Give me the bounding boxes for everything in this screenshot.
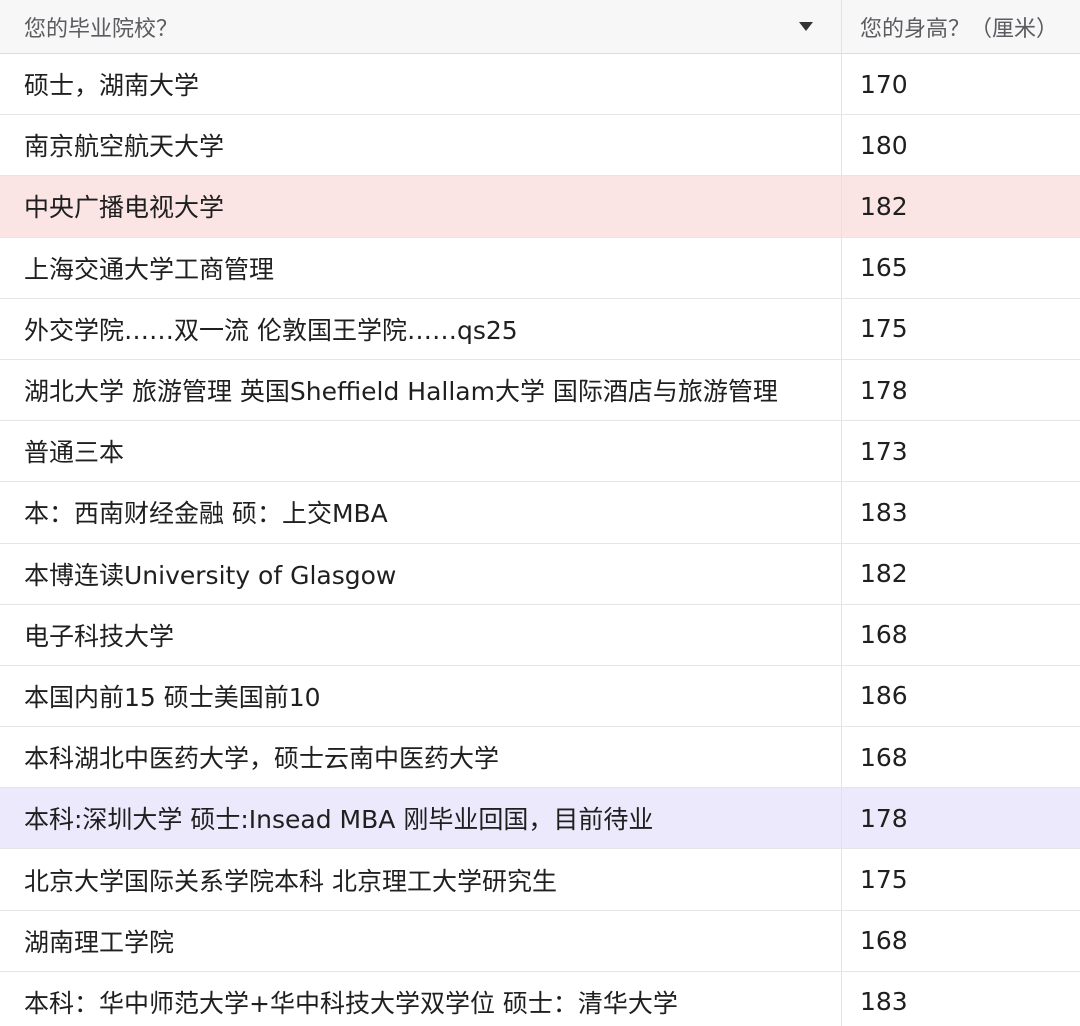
table-row[interactable]: 上海交通大学工商管理 165 [0, 237, 1080, 299]
cell-school[interactable]: 上海交通大学工商管理 [0, 237, 842, 298]
table-row[interactable]: 本科湖北中医药大学，硕士云南中医药大学 168 [0, 727, 1080, 789]
table-row[interactable]: 南京航空航天大学 180 [0, 115, 1080, 177]
cell-school[interactable]: 中央广播电视大学 [0, 176, 842, 237]
table-row[interactable]: 本科：华中师范大学+华中科技大学双学位 硕士：清华大学 183 [0, 971, 1080, 1026]
table-row[interactable]: 电子科技大学 168 [0, 604, 1080, 666]
cell-height[interactable]: 165 [842, 238, 1080, 298]
table-row[interactable]: 湖北大学 旅游管理 英国Sheffield Hallam大学 国际酒店与旅游管理… [0, 359, 1080, 422]
table-row[interactable]: 本博连读University of Glasgow 182 [0, 543, 1080, 605]
table-row[interactable]: 北京大学国际关系学院本科 北京理工大学研究生 175 [0, 849, 1080, 911]
cell-school[interactable]: 本博连读University of Glasgow [0, 543, 842, 604]
survey-table: 您的毕业院校？ 您的身高？（厘米） 硕士，湖南大学 170 南京航空航天大学 180 中… [0, 0, 1080, 1026]
table-header: 您的毕业院校？ 您的身高？（厘米） [0, 0, 1080, 54]
column-header-school-label: 您的毕业院校？ [24, 16, 179, 42]
cell-height[interactable]: 178 [842, 360, 1080, 420]
cell-height[interactable]: 182 [842, 544, 1080, 604]
table-row[interactable]: 普通三本 173 [0, 421, 1080, 483]
cell-height[interactable]: 182 [842, 176, 1080, 236]
table-body: 硕士，湖南大学 170 南京航空航天大学 180 中央广播电视大学 182 上海交通大学工商… [0, 54, 1080, 1026]
table-row[interactable]: 本科:深圳大学 硕士:Insead MBA 刚毕业回国，目前待业 178 [0, 788, 1080, 850]
table-row[interactable]: 中央广播电视大学 182 [0, 176, 1080, 238]
table-row[interactable]: 本：西南财经金融 硕：上交MBA 183 [0, 482, 1080, 544]
cell-school[interactable]: 湖南理工学院 [0, 910, 842, 971]
cell-school[interactable]: 硕士，湖南大学 [0, 54, 842, 115]
cell-school[interactable]: 湖北大学 旅游管理 英国Sheffield Hallam大学 国际酒店与旅游管理 [0, 359, 842, 421]
cell-school[interactable]: 普通三本 [0, 421, 842, 482]
cell-height[interactable]: 183 [842, 972, 1080, 1026]
cell-school[interactable]: 本科湖北中医药大学，硕士云南中医药大学 [0, 727, 842, 788]
table-row[interactable]: 外交学院……双一流 伦敦国王学院……qs25 175 [0, 298, 1080, 360]
cell-height[interactable]: 175 [842, 849, 1080, 909]
cell-school[interactable]: 本科：华中师范大学+华中科技大学双学位 硕士：清华大学 [0, 971, 842, 1026]
column-header-height[interactable]: 您的身高？（厘米） [842, 0, 1080, 53]
cell-school[interactable]: 南京航空航天大学 [0, 115, 842, 176]
cell-school[interactable]: 本国内前15 硕士美国前10 [0, 665, 842, 727]
column-header-height-label: 您的身高？（厘米） [860, 16, 1059, 42]
cell-height[interactable]: 183 [842, 482, 1080, 542]
dropdown-arrow-icon[interactable] [799, 22, 813, 31]
cell-height[interactable]: 175 [842, 299, 1080, 359]
cell-height[interactable]: 173 [842, 421, 1080, 481]
cell-height[interactable]: 168 [842, 727, 1080, 787]
cell-height[interactable]: 186 [842, 666, 1080, 726]
column-header-school[interactable]: 您的毕业院校？ [0, 0, 842, 53]
cell-school[interactable]: 北京大学国际关系学院本科 北京理工大学研究生 [0, 849, 842, 910]
table-row[interactable]: 湖南理工学院 168 [0, 910, 1080, 972]
cell-height[interactable]: 168 [842, 605, 1080, 665]
table-row[interactable]: 硕士，湖南大学 170 [0, 54, 1080, 116]
cell-school[interactable]: 本科:深圳大学 硕士:Insead MBA 刚毕业回国，目前待业 [0, 788, 842, 849]
cell-height[interactable]: 180 [842, 115, 1080, 175]
table-row[interactable]: 本国内前15 硕士美国前10 186 [0, 665, 1080, 728]
cell-school[interactable]: 本：西南财经金融 硕：上交MBA [0, 482, 842, 543]
cell-height[interactable]: 168 [842, 911, 1080, 971]
cell-height[interactable]: 170 [842, 54, 1080, 114]
cell-height[interactable]: 178 [842, 788, 1080, 848]
cell-school[interactable]: 电子科技大学 [0, 604, 842, 665]
cell-school[interactable]: 外交学院……双一流 伦敦国王学院……qs25 [0, 298, 842, 359]
